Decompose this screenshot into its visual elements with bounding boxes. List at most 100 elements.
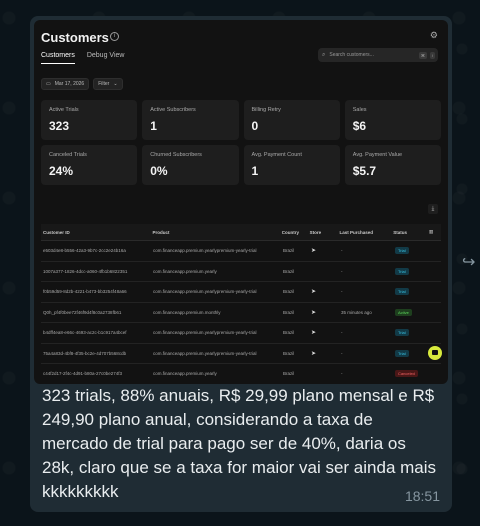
- table-header: Customer ID Product Country Store Last P…: [41, 224, 441, 241]
- last-purchased-cell: -: [341, 289, 343, 295]
- metrics-grid: Active Trials 323 Active Subscribers 1 Bil…: [41, 100, 441, 185]
- country-cell: Brazil: [283, 268, 295, 274]
- metric-card: Billing Retry 0: [243, 100, 340, 140]
- metric-card: Avg. Payment Value $5.7: [344, 145, 441, 185]
- status-cell: Canceled: [395, 370, 431, 378]
- country-cell: Brazil: [283, 371, 295, 377]
- country-cell: Brazil: [283, 289, 295, 295]
- status-badge: Trial: [395, 267, 409, 275]
- gear-icon[interactable]: ⚙: [430, 30, 438, 41]
- columns-icon[interactable]: ▥: [429, 229, 441, 235]
- metric-label: Sales: [352, 107, 367, 113]
- last-purchased-cell: -: [341, 330, 343, 336]
- last-purchased-cell: -: [341, 350, 343, 356]
- column-header[interactable]: Country: [282, 230, 310, 235]
- status-cell: Active: [395, 308, 431, 316]
- status-cell: Trial: [395, 247, 431, 255]
- table-row[interactable]: 1007a377-1826-4dcc-a060-4fb1b6822351 com.…: [41, 262, 441, 282]
- page-title: Customers: [41, 30, 109, 45]
- table-row[interactable]: f0b59d59-8d2b-4221-b473-bb3254f48a66 com.…: [41, 282, 441, 303]
- country-cell: Brazil: [283, 309, 295, 315]
- tab-bar: Customers Debug View: [41, 52, 124, 64]
- customer-id: 75a4a83d-4bf8-4f35-bc2e-4d707b568cdb: [43, 350, 127, 356]
- metric-card: Churned Subscribers 0%: [142, 145, 239, 185]
- status-badge: Trial: [395, 288, 409, 296]
- product-cell: com.financeapp.premium.yearlypremium-yea…: [153, 289, 257, 295]
- status-cell: Trial: [395, 267, 431, 275]
- status-cell: Trial: [395, 349, 431, 357]
- column-header[interactable]: Store: [310, 230, 340, 235]
- shortcut-key: /: [429, 51, 435, 59]
- store-icon: ➤: [311, 330, 317, 337]
- metric-card: Active Subscribers 1: [142, 100, 239, 140]
- last-purchased-cell: 35 minutes ago: [341, 309, 372, 315]
- metric-value: 0: [251, 119, 259, 133]
- metric-card: Sales $6: [344, 100, 441, 140]
- message-time: 18:51: [404, 488, 440, 504]
- product-cell: com.financeapp.premium.yearlypremium-yea…: [153, 330, 257, 336]
- search-input[interactable]: ⌕ Search customers... ⌘ /: [318, 48, 438, 62]
- customer-id: c44f2d17-2f4c-4d91-b80a-27c0be274f3: [43, 371, 123, 377]
- table-row[interactable]: e503d4e8-b556-42a3-9b7c-2cc2e24b16a com.f…: [41, 241, 441, 262]
- info-icon[interactable]: i: [110, 32, 119, 41]
- tab-debug-view[interactable]: Debug View: [87, 52, 125, 64]
- attached-screenshot[interactable]: Customers i ⚙ Customers Debug View ⌕ Sea…: [34, 20, 448, 384]
- table-row[interactable]: c44f2d17-2f4c-4d91-b80a-27c0be274f3 com.f…: [41, 364, 441, 384]
- filter-bar: ▭ Mar 17, 2026 Filter ⌄: [41, 78, 123, 90]
- message-text: 323 trials, 88% anuais, R$ 29,99 plano m…: [42, 386, 437, 501]
- message-bubble: Customers i ⚙ Customers Debug View ⌕ Sea…: [30, 16, 452, 512]
- product-cell: com.financeapp.premium.yearlypremium-yea…: [153, 350, 257, 356]
- date-value: Mar 17, 2026: [54, 81, 85, 87]
- metric-value: $5.7: [352, 164, 377, 178]
- filter-button[interactable]: Filter ⌄: [93, 78, 123, 90]
- download-icon[interactable]: ⤓: [428, 204, 438, 214]
- metric-value: 24%: [49, 164, 74, 178]
- date-picker[interactable]: ▭ Mar 17, 2026: [41, 78, 90, 90]
- tab-customers[interactable]: Customers: [41, 52, 75, 64]
- metric-value: $6: [352, 119, 367, 133]
- metric-value: 1: [150, 119, 157, 133]
- metric-value: 323: [49, 119, 70, 133]
- column-header[interactable]: Customer ID: [41, 230, 152, 235]
- table-body: e503d4e8-b556-42a3-9b7c-2cc2e24b16a com.f…: [41, 241, 441, 384]
- table-row[interactable]: b4dff4ea8-e66c-4693-ac2c-b1c917a4bcef com…: [41, 323, 441, 344]
- customers-table: Customer ID Product Country Store Last P…: [41, 224, 441, 384]
- table-row[interactable]: Q0h_pf4f0bee72f46f9d4f8c0a2738fb61 com.fi…: [41, 303, 441, 323]
- store-icon: ➤: [311, 248, 317, 255]
- status-badge: Active: [395, 308, 412, 316]
- metric-label: Active Trials: [49, 107, 79, 113]
- forward-icon[interactable]: ↪: [462, 252, 475, 272]
- chat-icon: [432, 350, 438, 355]
- product-cell: com.financeapp.premium.yearly: [153, 268, 217, 274]
- status-badge: Canceled: [395, 370, 418, 378]
- metric-label: Churned Subscribers: [150, 152, 202, 158]
- column-header[interactable]: Product: [152, 230, 281, 235]
- chat-support-button[interactable]: [428, 346, 442, 360]
- metric-value: 1: [251, 164, 259, 178]
- status-badge: Trial: [395, 329, 409, 337]
- chevron-down-icon: ⌄: [113, 81, 118, 87]
- column-header[interactable]: Status: [393, 230, 429, 235]
- metric-label: Avg. Payment Count: [251, 152, 302, 158]
- product-cell: com.financeapp.premium.yearlypremium-yea…: [153, 248, 257, 254]
- status-cell: Trial: [395, 288, 431, 296]
- customer-id: 1007a377-1826-4dcc-a060-4fb1b6822351: [43, 268, 128, 274]
- store-icon: ➤: [311, 309, 317, 316]
- calendar-icon: ▭: [46, 81, 51, 87]
- customer-id: e503d4e8-b556-42a3-9b7c-2cc2e24b16a: [43, 248, 126, 254]
- table-row[interactable]: 75a4a83d-4bf8-4f35-bc2e-4d707b568cdb com.…: [41, 344, 441, 364]
- customer-id: Q0h_pf4f0bee72f46f9d4f8c0a2738fb61: [43, 309, 122, 315]
- product-cell: com.financeapp.premium.monthly: [153, 309, 221, 315]
- customer-id: b4dff4ea8-e66c-4693-ac2c-b1c917a4bcef: [43, 330, 127, 336]
- metric-value: 0%: [150, 164, 168, 178]
- country-cell: Brazil: [283, 330, 295, 336]
- column-header[interactable]: Last Purchased: [340, 230, 394, 235]
- last-purchased-cell: -: [341, 371, 343, 377]
- product-cell: com.financeapp.premium.yearly: [153, 371, 217, 377]
- metric-label: Canceled Trials: [49, 152, 87, 158]
- store-icon: ➤: [311, 350, 317, 357]
- country-cell: Brazil: [283, 350, 295, 356]
- metric-label: Active Subscribers: [150, 107, 196, 113]
- shortcut-key: ⌘: [418, 51, 427, 59]
- last-purchased-cell: -: [341, 268, 343, 274]
